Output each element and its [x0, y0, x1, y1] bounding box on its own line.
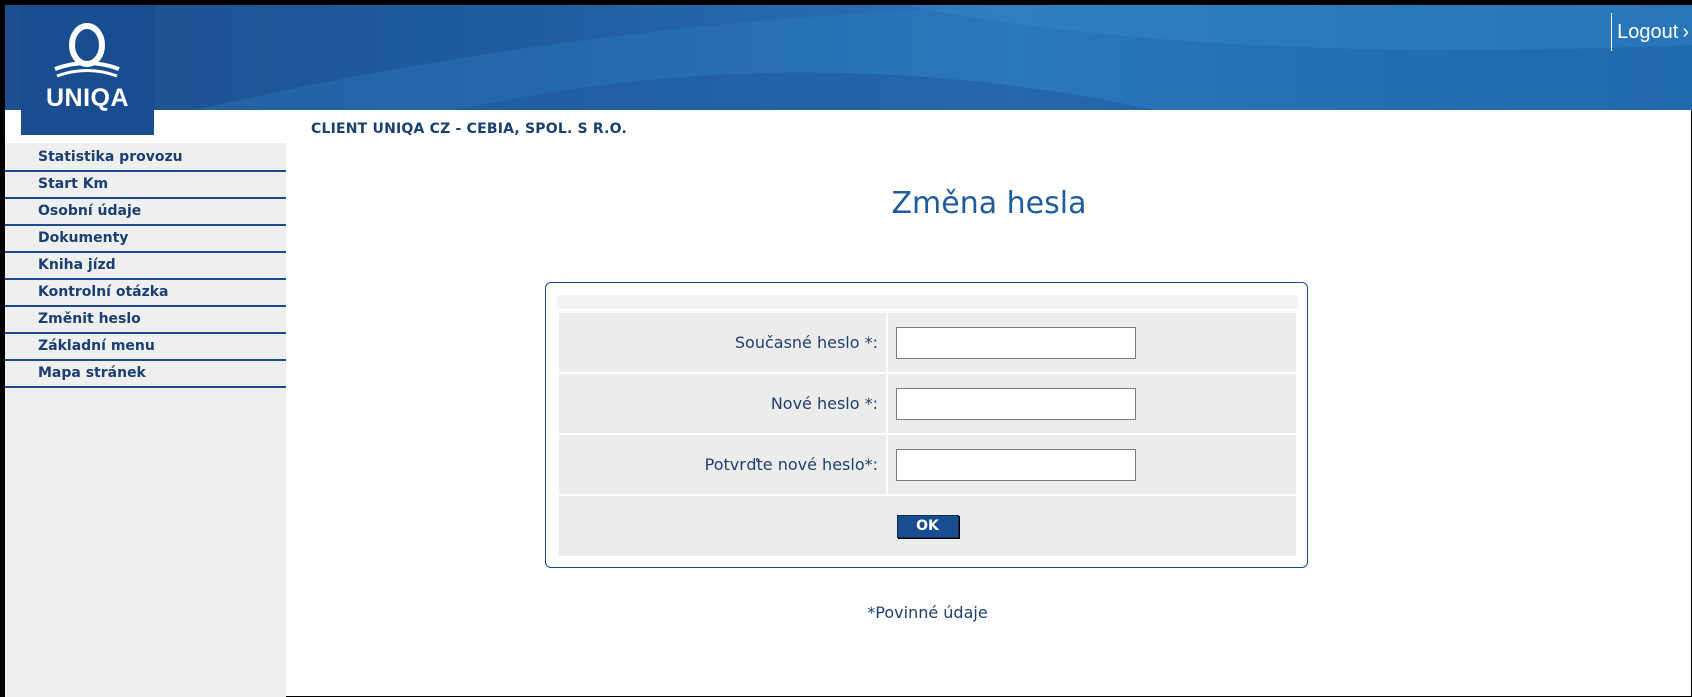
logout-link[interactable]: Logout › [1611, 13, 1689, 51]
new-password-label: Nové heslo *: [557, 372, 888, 435]
sidebar-item-mapa-stranek[interactable]: Mapa stránek [5, 361, 286, 388]
sidebar-item-kontrolni-otazka[interactable]: Kontrolní otázka [5, 280, 286, 307]
chevron-right-icon: › [1682, 21, 1689, 43]
ok-button[interactable]: OK [896, 514, 959, 538]
form-table: Současné heslo *: Nové heslo *: Potvrďte… [557, 311, 1298, 558]
confirm-password-cell [886, 433, 1298, 496]
page-title: Změna hesla [891, 186, 1087, 221]
required-fields-note: *Povinné údaje [867, 603, 988, 622]
change-password-form: Současné heslo *: Nové heslo *: Potvrďte… [545, 282, 1308, 568]
confirm-password-label: Potvrďte nové heslo*: [557, 433, 888, 496]
form-row-current-password: Současné heslo *: [557, 311, 1298, 374]
sidebar-item-kniha-jizd[interactable]: Kniha jízd [5, 253, 286, 280]
logout-label: Logout [1617, 21, 1679, 43]
sidebar-item-statistika-provozu[interactable]: Statistika provozu [5, 145, 286, 172]
sidebar-nav: Statistika provozu Start Km Osobní údaje… [5, 110, 286, 697]
form-header-strip [557, 295, 1298, 309]
header-swoosh-decoration [195, 5, 1692, 110]
client-name: CLIENT UNIQA CZ - CEBIA, SPOL. S R.O. [311, 121, 627, 137]
form-row-new-password: Nové heslo *: [557, 372, 1298, 435]
new-password-cell [886, 372, 1298, 435]
page-header: Logout › [5, 5, 1692, 110]
submit-cell: OK [557, 494, 1298, 558]
form-row-confirm-password: Potvrďte nové heslo*: [557, 433, 1298, 496]
sidebar-menu: Statistika provozu Start Km Osobní údaje… [5, 145, 286, 388]
sidebar-item-start-km[interactable]: Start Km [5, 172, 286, 199]
form-row-submit: OK [557, 494, 1298, 558]
uniqa-logo[interactable]: UNIQA [21, 5, 154, 135]
current-password-cell [886, 311, 1298, 374]
uniqa-logo-icon [54, 23, 120, 78]
current-password-input[interactable] [896, 326, 1136, 359]
sidebar-item-dokumenty[interactable]: Dokumenty [5, 226, 286, 253]
sidebar-item-zakladni-menu[interactable]: Základní menu [5, 334, 286, 361]
current-password-label: Současné heslo *: [557, 311, 888, 374]
confirm-password-input[interactable] [896, 448, 1136, 481]
logo-text: UNIQA [45, 84, 130, 112]
sidebar-item-osobni-udaje[interactable]: Osobní údaje [5, 199, 286, 226]
sidebar-item-zmenit-heslo[interactable]: Změnit heslo [5, 307, 286, 334]
new-password-input[interactable] [896, 387, 1136, 420]
